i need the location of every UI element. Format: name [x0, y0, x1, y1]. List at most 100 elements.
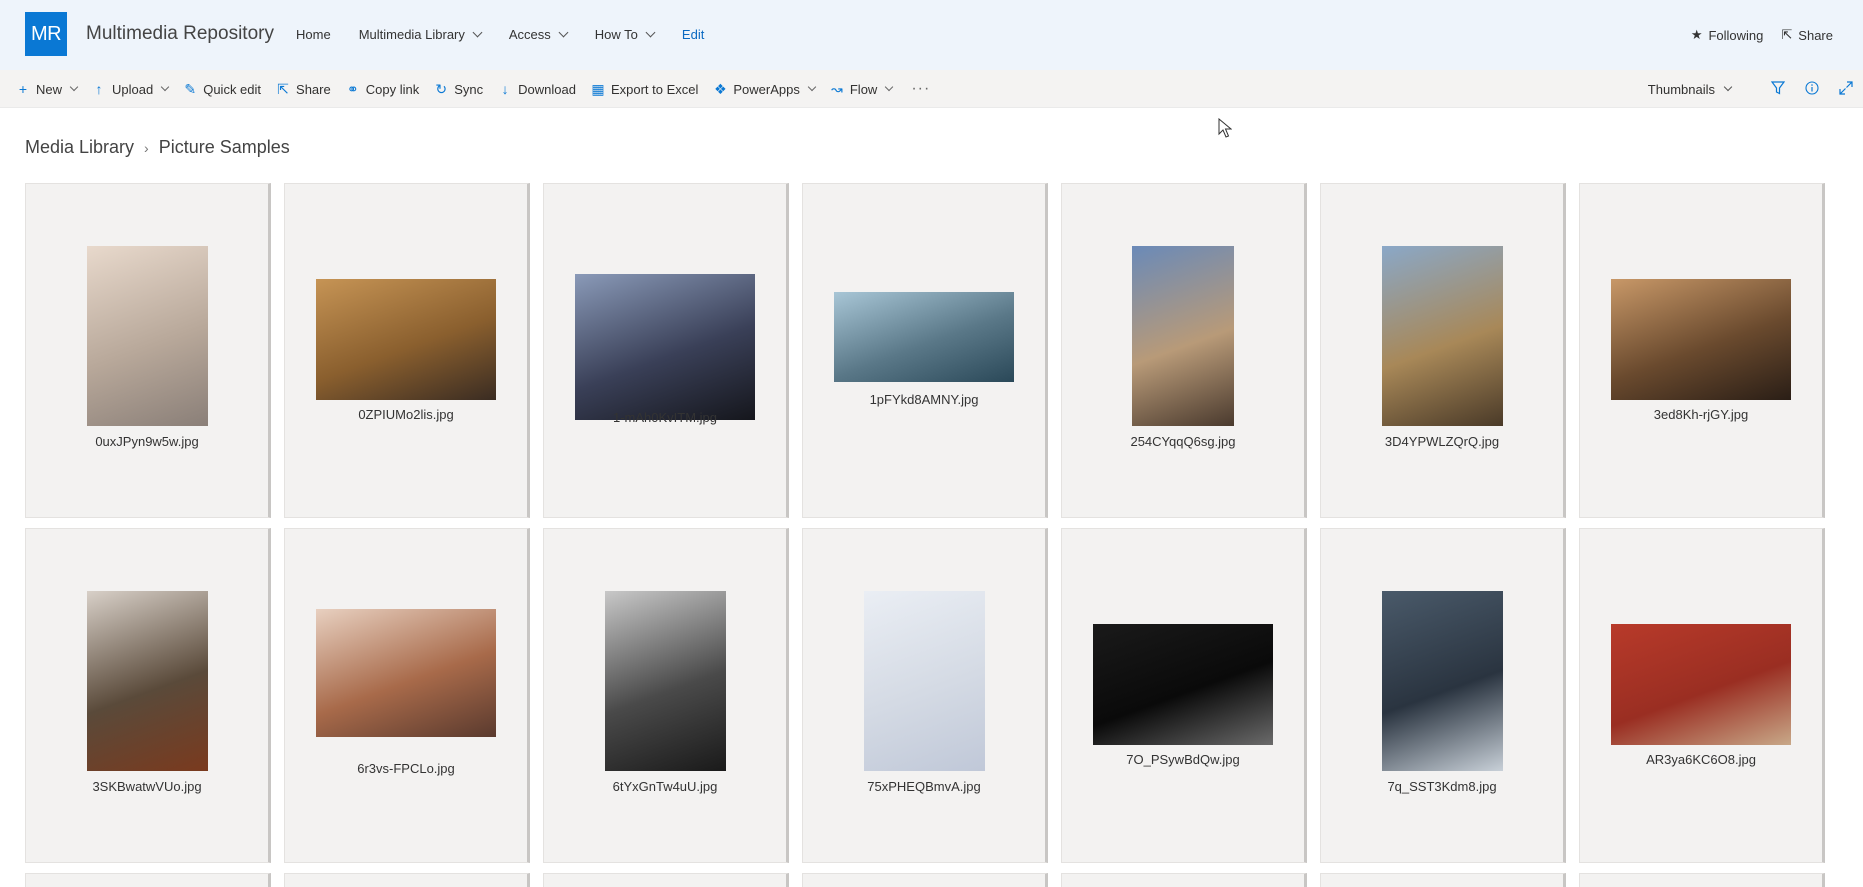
- image-preview: [1611, 279, 1791, 400]
- file-thumbnail[interactable]: [834, 591, 1014, 771]
- nav-how-to[interactable]: How To: [595, 27, 656, 42]
- share-button[interactable]: ⇱ Share: [276, 81, 331, 98]
- upload-arrow-icon: ↑: [95, 81, 103, 97]
- file-tile[interactable]: 1-mAh0KvITM.jpg: [543, 183, 789, 518]
- file-tile[interactable]: [25, 873, 271, 887]
- file-thumbnail[interactable]: [575, 591, 755, 771]
- breadcrumb-media-library[interactable]: Media Library: [25, 137, 134, 158]
- file-name[interactable]: 3D4YPWLZQrQ.jpg: [1321, 434, 1563, 449]
- mouse-cursor-icon: [1218, 118, 1232, 138]
- nav-edit-label: Edit: [681, 27, 705, 42]
- nav-home[interactable]: Home: [296, 27, 331, 42]
- file-name[interactable]: 254CYqqQ6sg.jpg: [1062, 434, 1304, 449]
- more-commands-button[interactable]: ···: [911, 80, 930, 98]
- sync-button[interactable]: ↻ Sync: [434, 81, 483, 98]
- file-tile[interactable]: [1061, 873, 1307, 887]
- chevron-down-icon: [807, 82, 817, 92]
- following-button[interactable]: ★ Following: [1691, 27, 1764, 43]
- file-name[interactable]: 6tYxGnTw4uU.jpg: [544, 779, 786, 794]
- copy-link-label: Copy link: [365, 81, 420, 97]
- file-thumbnail[interactable]: [834, 292, 1014, 382]
- export-to-excel-button[interactable]: ▦ Export to Excel: [591, 81, 698, 98]
- file-name[interactable]: 7q_SST3Kdm8.jpg: [1321, 779, 1563, 794]
- file-thumbnail[interactable]: [57, 591, 237, 771]
- file-name[interactable]: 1-mAh0KvITM.jpg: [544, 410, 786, 425]
- image-preview: [575, 274, 755, 420]
- image-preview: [316, 609, 496, 737]
- copy-link-button[interactable]: ⚭ Copy link: [346, 81, 419, 98]
- file-name[interactable]: 0uxJPyn9w5w.jpg: [26, 434, 268, 449]
- file-thumbnail[interactable]: [1352, 246, 1532, 426]
- nav-access[interactable]: Access: [509, 27, 569, 42]
- download-button[interactable]: ↓ Download: [498, 81, 576, 97]
- file-tile[interactable]: 3D4YPWLZQrQ.jpg: [1320, 183, 1566, 518]
- file-tile[interactable]: [284, 873, 530, 887]
- expand-icon[interactable]: [1839, 80, 1853, 98]
- site-share-button[interactable]: ⇱ Share: [1781, 27, 1833, 43]
- breadcrumb: Media Library › Picture Samples: [25, 137, 290, 158]
- site-title[interactable]: Multimedia Repository: [86, 23, 274, 45]
- file-tile[interactable]: 0uxJPyn9w5w.jpg: [25, 183, 271, 518]
- file-tile[interactable]: 3ed8Kh-rjGY.jpg: [1579, 183, 1825, 518]
- filter-icon[interactable]: [1770, 80, 1786, 98]
- file-name[interactable]: 6r3vs-FPCLo.jpg: [285, 761, 527, 776]
- file-tile[interactable]: [1579, 873, 1825, 887]
- view-switcher[interactable]: Thumbnails: [1647, 81, 1733, 97]
- top-navigation: Home Multimedia Library Access How To Ed…: [296, 27, 732, 42]
- file-thumbnail[interactable]: [1093, 624, 1273, 745]
- flow-button[interactable]: ↝ Flow: [830, 81, 894, 98]
- site-logo[interactable]: MR: [25, 12, 67, 56]
- quick-edit-label: Quick edit: [203, 81, 262, 97]
- flow-label: Flow: [849, 81, 878, 97]
- chevron-down-icon: [69, 82, 79, 92]
- info-icon[interactable]: [1805, 80, 1819, 98]
- file-thumbnail[interactable]: [1611, 279, 1791, 400]
- chevron-down-icon: [558, 27, 569, 38]
- breadcrumb-picture-samples[interactable]: Picture Samples: [159, 137, 290, 158]
- image-preview: [86, 246, 208, 426]
- site-share-label: Share: [1798, 27, 1833, 43]
- file-thumbnail[interactable]: [1611, 624, 1791, 745]
- file-thumbnail[interactable]: [1352, 591, 1532, 771]
- view-label: Thumbnails: [1647, 81, 1715, 97]
- file-tile[interactable]: 6r3vs-FPCLo.jpg: [284, 528, 530, 863]
- upload-button[interactable]: ↑ Upload: [92, 81, 170, 97]
- file-thumbnail[interactable]: [316, 279, 496, 400]
- chevron-down-icon: [1723, 82, 1733, 92]
- file-tile[interactable]: 0ZPIUMo2lis.jpg: [284, 183, 530, 518]
- image-preview: [1093, 624, 1273, 745]
- file-name[interactable]: 3SKBwatwVUo.jpg: [26, 779, 268, 794]
- file-tile[interactable]: 7O_PSywBdQw.jpg: [1061, 528, 1307, 863]
- file-thumbnail[interactable]: [57, 246, 237, 426]
- new-button[interactable]: + New: [16, 81, 79, 97]
- file-name[interactable]: 3ed8Kh-rjGY.jpg: [1580, 407, 1822, 422]
- file-tile[interactable]: 1pFYkd8AMNY.jpg: [802, 183, 1048, 518]
- file-name[interactable]: 1pFYkd8AMNY.jpg: [803, 392, 1045, 407]
- file-name[interactable]: 7O_PSywBdQw.jpg: [1062, 752, 1304, 767]
- share-icon: ⇱: [277, 80, 289, 97]
- chevron-down-icon: [472, 27, 483, 38]
- file-tile[interactable]: [543, 873, 789, 887]
- file-thumbnail[interactable]: [316, 609, 496, 737]
- nav-edit-link[interactable]: Edit: [682, 27, 704, 42]
- file-tile[interactable]: 3SKBwatwVUo.jpg: [25, 528, 271, 863]
- nav-multimedia-library-label: Multimedia Library: [358, 27, 465, 42]
- file-tile[interactable]: 7q_SST3Kdm8.jpg: [1320, 528, 1566, 863]
- file-tile[interactable]: AR3ya6KC6O8.jpg: [1579, 528, 1825, 863]
- quick-edit-button[interactable]: ✎ Quick edit: [183, 81, 261, 98]
- file-tile[interactable]: [1320, 873, 1566, 887]
- file-tile[interactable]: 75xPHEQBmvA.jpg: [802, 528, 1048, 863]
- chevron-down-icon: [645, 27, 656, 38]
- file-tile[interactable]: 6tYxGnTw4uU.jpg: [543, 528, 789, 863]
- file-thumbnail[interactable]: [575, 274, 755, 420]
- file-tile[interactable]: 254CYqqQ6sg.jpg: [1061, 183, 1307, 518]
- file-thumbnail[interactable]: [1093, 246, 1273, 426]
- sync-icon: ↻: [435, 80, 448, 97]
- powerapps-button[interactable]: ❖ PowerApps: [713, 81, 817, 98]
- file-tile[interactable]: [802, 873, 1048, 887]
- nav-multimedia-library[interactable]: Multimedia Library: [358, 27, 483, 42]
- excel-icon: ▦: [591, 80, 605, 97]
- file-name[interactable]: 0ZPIUMo2lis.jpg: [285, 407, 527, 422]
- file-name[interactable]: AR3ya6KC6O8.jpg: [1580, 752, 1822, 767]
- file-name[interactable]: 75xPHEQBmvA.jpg: [803, 779, 1045, 794]
